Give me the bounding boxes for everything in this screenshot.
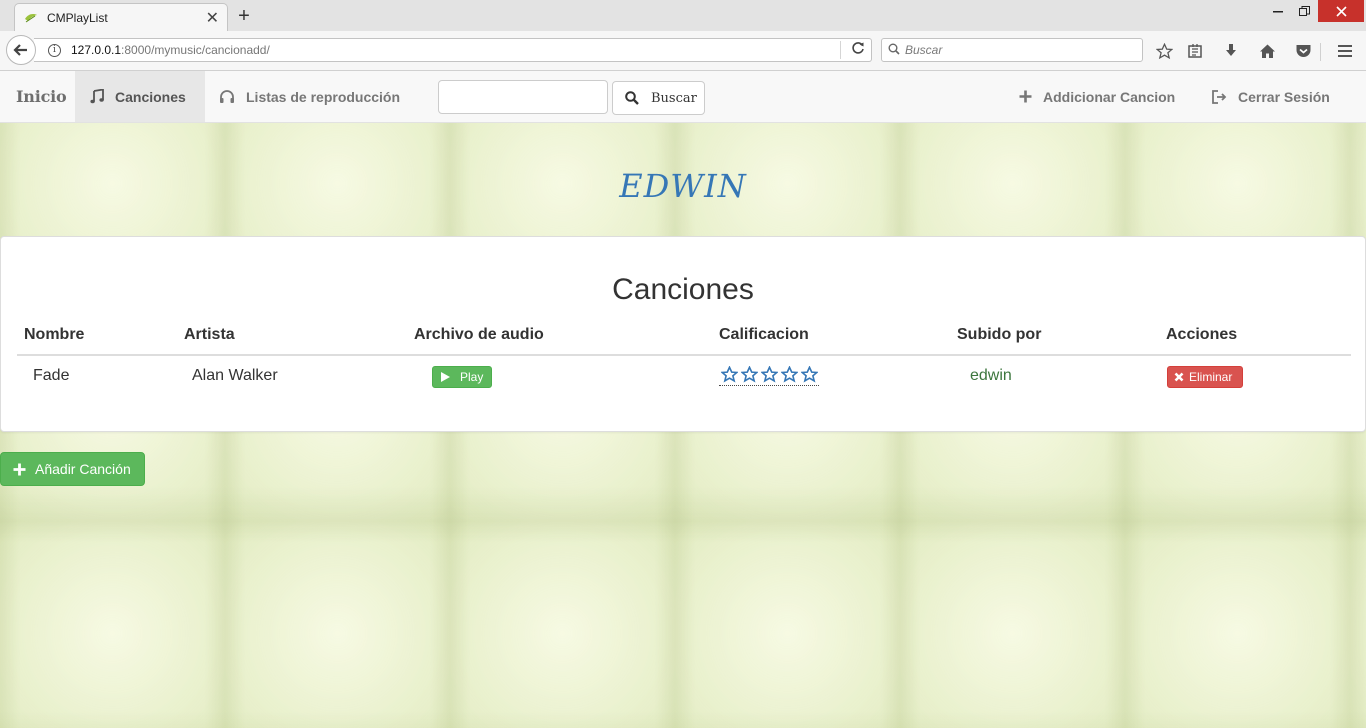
search-button-label: Buscar [651, 90, 697, 106]
song-uploader: edwin [970, 367, 1012, 384]
nav-canciones[interactable]: Canciones [75, 71, 205, 122]
play-button[interactable]: Play [432, 366, 492, 388]
delete-button[interactable]: Eliminar [1167, 366, 1243, 388]
reading-list-icon[interactable] [1185, 41, 1205, 61]
toolbar-divider [1320, 43, 1321, 61]
plus-icon [1019, 90, 1032, 103]
column-header-subido: Subido por [957, 326, 1042, 343]
star-icon[interactable] [759, 364, 779, 384]
table-header-divider [17, 354, 1351, 356]
window-close-icon[interactable] [1318, 0, 1364, 22]
browser-navbar: i 127.0.0.1:8000/mymusic/cancionadd/ Bus… [0, 31, 1366, 71]
tab-close-icon[interactable]: ✕ [206, 8, 219, 28]
rating-stars[interactable] [719, 364, 819, 386]
search-placeholder: Buscar [905, 43, 943, 57]
page-content: Inicio Canciones Listas de reproducción … [0, 71, 1366, 728]
info-icon[interactable]: i [48, 43, 61, 57]
restore-icon[interactable] [1288, 0, 1320, 22]
browser-search-input[interactable]: Buscar [881, 38, 1143, 62]
search-icon [625, 91, 639, 105]
back-button[interactable] [6, 35, 36, 65]
column-header-archivo: Archivo de audio [414, 326, 544, 343]
panel-title: Canciones [612, 273, 754, 306]
app-navbar: Inicio Canciones Listas de reproducción … [0, 71, 1366, 123]
song-artist: Alan Walker [192, 367, 278, 384]
column-header-calificacion: Calificacion [719, 326, 809, 343]
new-tab-icon[interactable]: + [234, 5, 254, 28]
column-header-acciones: Acciones [1166, 326, 1238, 343]
browser-tab-strip: CMPlayList ✕ + [0, 0, 1366, 32]
reload-icon[interactable] [851, 41, 865, 59]
user-heading: EDWIN [619, 167, 747, 205]
download-icon[interactable] [1221, 41, 1241, 61]
url-host: 127.0.0.1 [71, 43, 122, 57]
pocket-icon[interactable] [1293, 41, 1313, 61]
star-icon[interactable] [799, 364, 819, 384]
song-name: Fade [33, 367, 70, 384]
nav-logout[interactable]: Cerrar Sesión [1196, 71, 1345, 122]
star-icon[interactable] [739, 364, 759, 384]
plus-icon [13, 463, 26, 476]
play-button-label: Play [460, 370, 484, 384]
url-divider [840, 41, 841, 59]
home-icon[interactable] [1257, 41, 1277, 61]
nav-canciones-label: Canciones [115, 88, 186, 105]
column-header-nombre: Nombre [24, 326, 85, 343]
delete-button-label: Eliminar [1189, 370, 1233, 384]
nav-listas[interactable]: Listas de reproducción [204, 71, 415, 122]
music-note-icon [90, 89, 104, 104]
star-icon[interactable] [779, 364, 799, 384]
back-arrow-icon [13, 44, 27, 56]
headphones-icon [219, 89, 235, 104]
url-path: :8000/mymusic/cancionadd/ [121, 43, 270, 57]
leaf-favicon-icon [25, 14, 37, 23]
search-icon [888, 42, 900, 58]
star-icon[interactable] [719, 364, 739, 384]
nav-add-song[interactable]: Addicionar Cancion [1004, 71, 1190, 122]
play-icon [441, 372, 450, 382]
search-button[interactable]: Buscar [612, 81, 705, 115]
bookmark-star-icon[interactable] [1154, 41, 1174, 61]
column-header-artista: Artista [184, 326, 235, 343]
add-song-button[interactable]: Añadir Canción [0, 452, 145, 486]
browser-tab[interactable]: CMPlayList ✕ [14, 3, 228, 32]
logout-icon [1211, 89, 1227, 104]
brand-link[interactable]: Inicio [16, 87, 67, 106]
tab-title: CMPlayList [47, 11, 108, 25]
songs-panel: Canciones Nombre Artista Archivo de audi… [0, 236, 1366, 432]
nav-add-song-label: Addicionar Cancion [1043, 88, 1176, 105]
nav-logout-label: Cerrar Sesión [1238, 88, 1330, 105]
menu-hamburger-icon[interactable] [1335, 41, 1355, 61]
url-bar[interactable]: i 127.0.0.1:8000/mymusic/cancionadd/ [34, 38, 872, 62]
song-search-input[interactable] [438, 80, 608, 114]
add-song-button-label: Añadir Canción [35, 461, 131, 477]
nav-listas-label: Listas de reproducción [246, 88, 401, 105]
close-icon [1174, 372, 1184, 382]
